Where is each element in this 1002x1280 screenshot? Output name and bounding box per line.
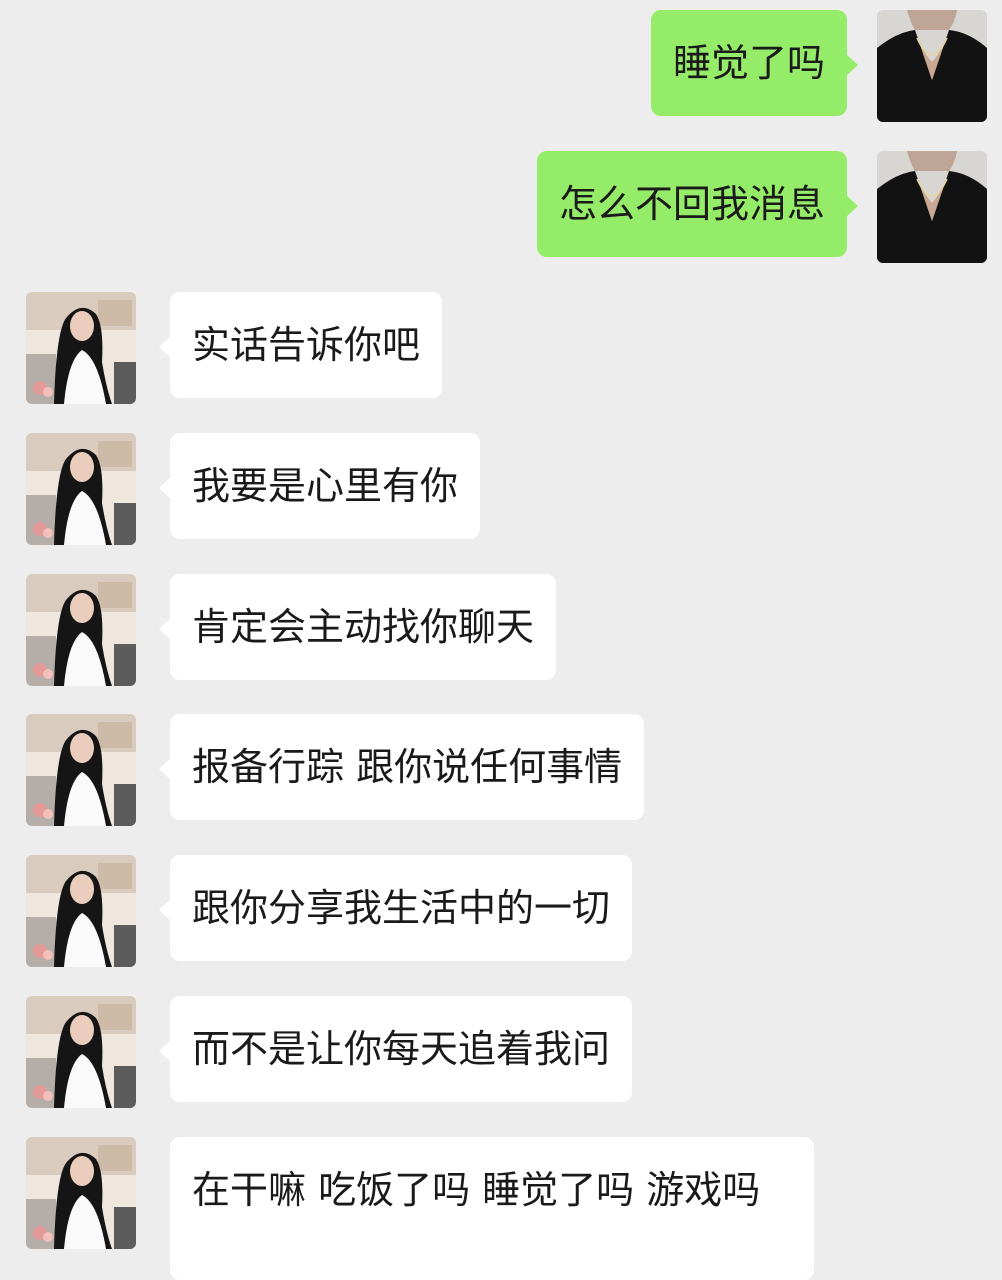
message-text: 实话告诉你吧 [192, 323, 421, 367]
contact-avatar[interactable] [26, 855, 136, 967]
message-text: 报备行踪 跟你说任何事情 [192, 745, 623, 789]
contact-avatar[interactable] [26, 574, 136, 686]
message-bubble-sent[interactable]: 怎么不回我消息 [536, 151, 859, 257]
avatar-image [26, 1137, 136, 1249]
message-bubble-sent[interactable]: 睡觉了吗 [650, 10, 859, 116]
message-bubble-received[interactable]: 而不是让你每天追着我问 [158, 996, 633, 1102]
message-bubble-received[interactable]: 实话告诉你吧 [158, 292, 443, 398]
my-avatar[interactable] [877, 10, 987, 122]
message-row-received: 我要是心里有你 [0, 433, 1002, 545]
message-text: 跟你分享我生活中的一切 [192, 886, 611, 930]
message-bubble-received[interactable]: 肯定会主动找你聊天 [158, 574, 557, 680]
avatar-image [26, 433, 136, 545]
message-bubble-received[interactable]: 报备行踪 跟你说任何事情 [158, 714, 645, 820]
contact-avatar[interactable] [26, 292, 136, 404]
message-text: 我要是心里有你 [192, 464, 459, 508]
message-row-sent: 怎么不回我消息 [0, 151, 1002, 263]
avatar-image [26, 714, 136, 826]
message-row-sent: 睡觉了吗 [0, 10, 1002, 122]
avatar-image [26, 574, 136, 686]
contact-avatar[interactable] [26, 714, 136, 826]
contact-avatar[interactable] [26, 996, 136, 1108]
message-bubble-received[interactable]: 跟你分享我生活中的一切 [158, 855, 633, 961]
message-text: 而不是让你每天追着我问 [192, 1027, 611, 1071]
avatar-image [877, 10, 987, 122]
message-row-received: 而不是让你每天追着我问 [0, 996, 1002, 1108]
message-row-received: 实话告诉你吧 [0, 292, 1002, 404]
message-bubble-received[interactable]: 我要是心里有你 [158, 433, 481, 539]
message-row-received: 在干嘛 吃饭了吗 睡觉了吗 游戏吗 [0, 1137, 1002, 1280]
message-row-received: 肯定会主动找你聊天 [0, 574, 1002, 686]
message-row-received: 跟你分享我生活中的一切 [0, 855, 1002, 967]
contact-avatar[interactable] [26, 433, 136, 545]
avatar-image [26, 292, 136, 404]
message-text: 睡觉了吗 [672, 41, 825, 85]
message-text: 在干嘛 吃饭了吗 睡觉了吗 游戏吗 [192, 1168, 761, 1212]
avatar-image [26, 996, 136, 1108]
avatar-image [26, 855, 136, 967]
avatar-image [877, 151, 987, 263]
message-row-received: 报备行踪 跟你说任何事情 [0, 714, 1002, 826]
message-text: 怎么不回我消息 [558, 182, 825, 226]
message-bubble-received[interactable]: 在干嘛 吃饭了吗 睡觉了吗 游戏吗 [170, 1137, 814, 1280]
contact-avatar[interactable] [26, 1137, 136, 1249]
my-avatar[interactable] [877, 151, 987, 263]
message-text: 肯定会主动找你聊天 [192, 605, 535, 649]
